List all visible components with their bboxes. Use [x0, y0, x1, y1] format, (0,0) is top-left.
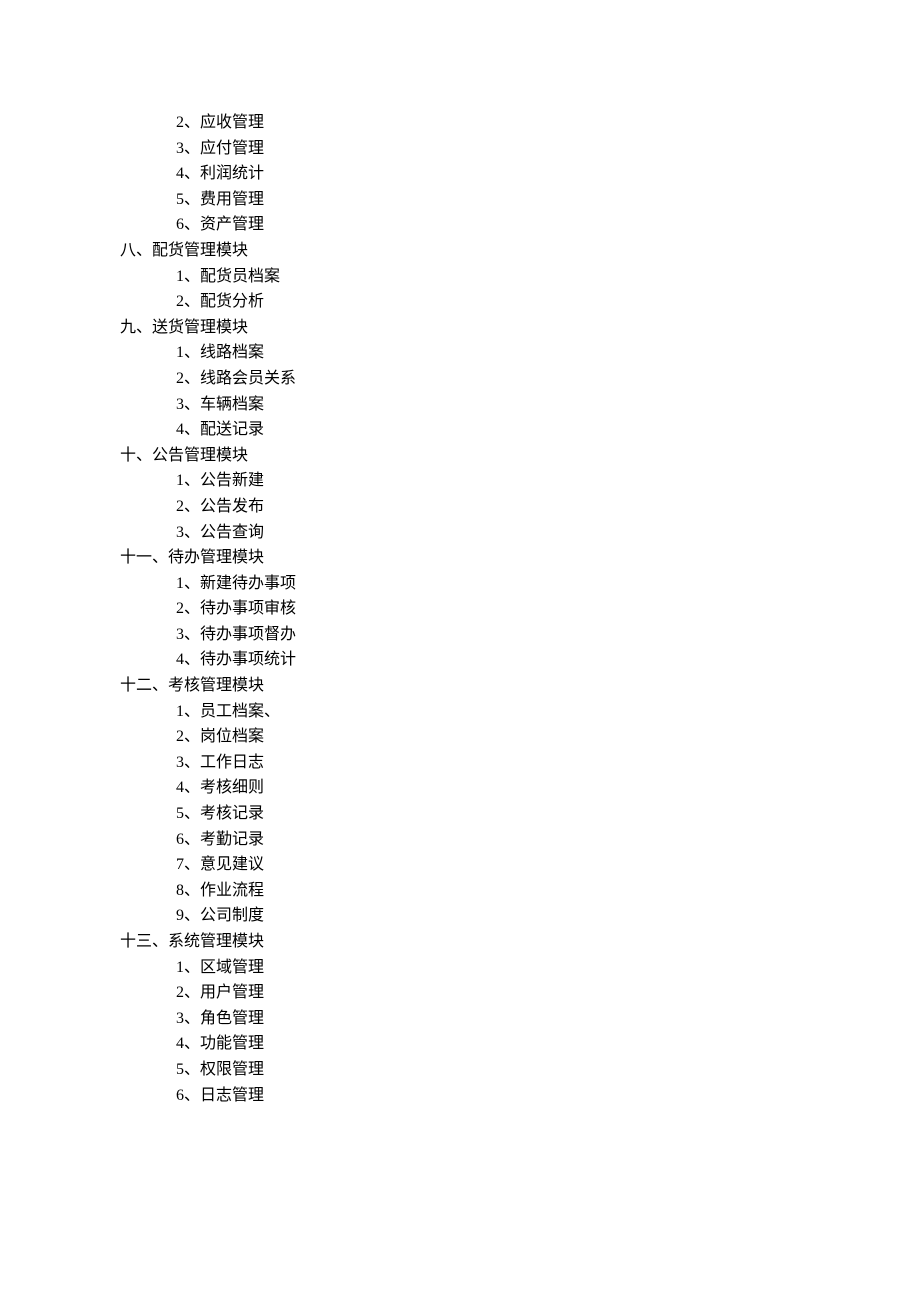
orphan-items-group: 2、应收管理 3、应付管理 4、利润统计 5、费用管理 6、资产管理 [120, 110, 920, 238]
list-item: 6、考勤记录 [176, 827, 920, 853]
list-item: 1、线路档案 [176, 340, 920, 366]
list-item: 1、区域管理 [176, 955, 920, 981]
list-item: 2、待办事项审核 [176, 596, 920, 622]
list-item: 5、权限管理 [176, 1057, 920, 1083]
list-item: 7、意见建议 [176, 852, 920, 878]
list-item: 6、资产管理 [176, 212, 920, 238]
list-item: 3、工作日志 [176, 750, 920, 776]
section-title: 十三、系统管理模块 [120, 929, 920, 955]
list-item: 8、作业流程 [176, 878, 920, 904]
list-item: 3、角色管理 [176, 1006, 920, 1032]
list-item: 4、考核细则 [176, 775, 920, 801]
list-item: 1、公告新建 [176, 468, 920, 494]
list-item: 1、配货员档案 [176, 264, 920, 290]
list-item: 9、公司制度 [176, 903, 920, 929]
list-item: 2、用户管理 [176, 980, 920, 1006]
list-item: 5、考核记录 [176, 801, 920, 827]
section: 九、送货管理模块 1、线路档案 2、线路会员关系 3、车辆档案 4、配送记录 [120, 315, 920, 443]
list-item: 6、日志管理 [176, 1083, 920, 1109]
section-title: 十二、考核管理模块 [120, 673, 920, 699]
list-item: 2、应收管理 [176, 110, 920, 136]
section: 十一、待办管理模块 1、新建待办事项 2、待办事项审核 3、待办事项督办 4、待… [120, 545, 920, 673]
list-item: 2、公告发布 [176, 494, 920, 520]
list-item: 3、应付管理 [176, 136, 920, 162]
section-title: 十、公告管理模块 [120, 443, 920, 469]
section: 十二、考核管理模块 1、员工档案、 2、岗位档案 3、工作日志 4、考核细则 5… [120, 673, 920, 929]
list-item: 3、车辆档案 [176, 392, 920, 418]
list-item: 2、配货分析 [176, 289, 920, 315]
list-item: 4、待办事项统计 [176, 647, 920, 673]
list-item: 1、员工档案、 [176, 699, 920, 725]
section-title: 十一、待办管理模块 [120, 545, 920, 571]
section-title: 九、送货管理模块 [120, 315, 920, 341]
section: 八、配货管理模块 1、配货员档案 2、配货分析 [120, 238, 920, 315]
list-item: 2、岗位档案 [176, 724, 920, 750]
document-outline: 2、应收管理 3、应付管理 4、利润统计 5、费用管理 6、资产管理 八、配货管… [120, 110, 920, 1108]
list-item: 4、功能管理 [176, 1031, 920, 1057]
section-title: 八、配货管理模块 [120, 238, 920, 264]
list-item: 5、费用管理 [176, 187, 920, 213]
list-item: 4、配送记录 [176, 417, 920, 443]
section: 十三、系统管理模块 1、区域管理 2、用户管理 3、角色管理 4、功能管理 5、… [120, 929, 920, 1108]
list-item: 3、待办事项督办 [176, 622, 920, 648]
list-item: 1、新建待办事项 [176, 571, 920, 597]
list-item: 4、利润统计 [176, 161, 920, 187]
list-item: 3、公告查询 [176, 520, 920, 546]
section: 十、公告管理模块 1、公告新建 2、公告发布 3、公告查询 [120, 443, 920, 545]
list-item: 2、线路会员关系 [176, 366, 920, 392]
